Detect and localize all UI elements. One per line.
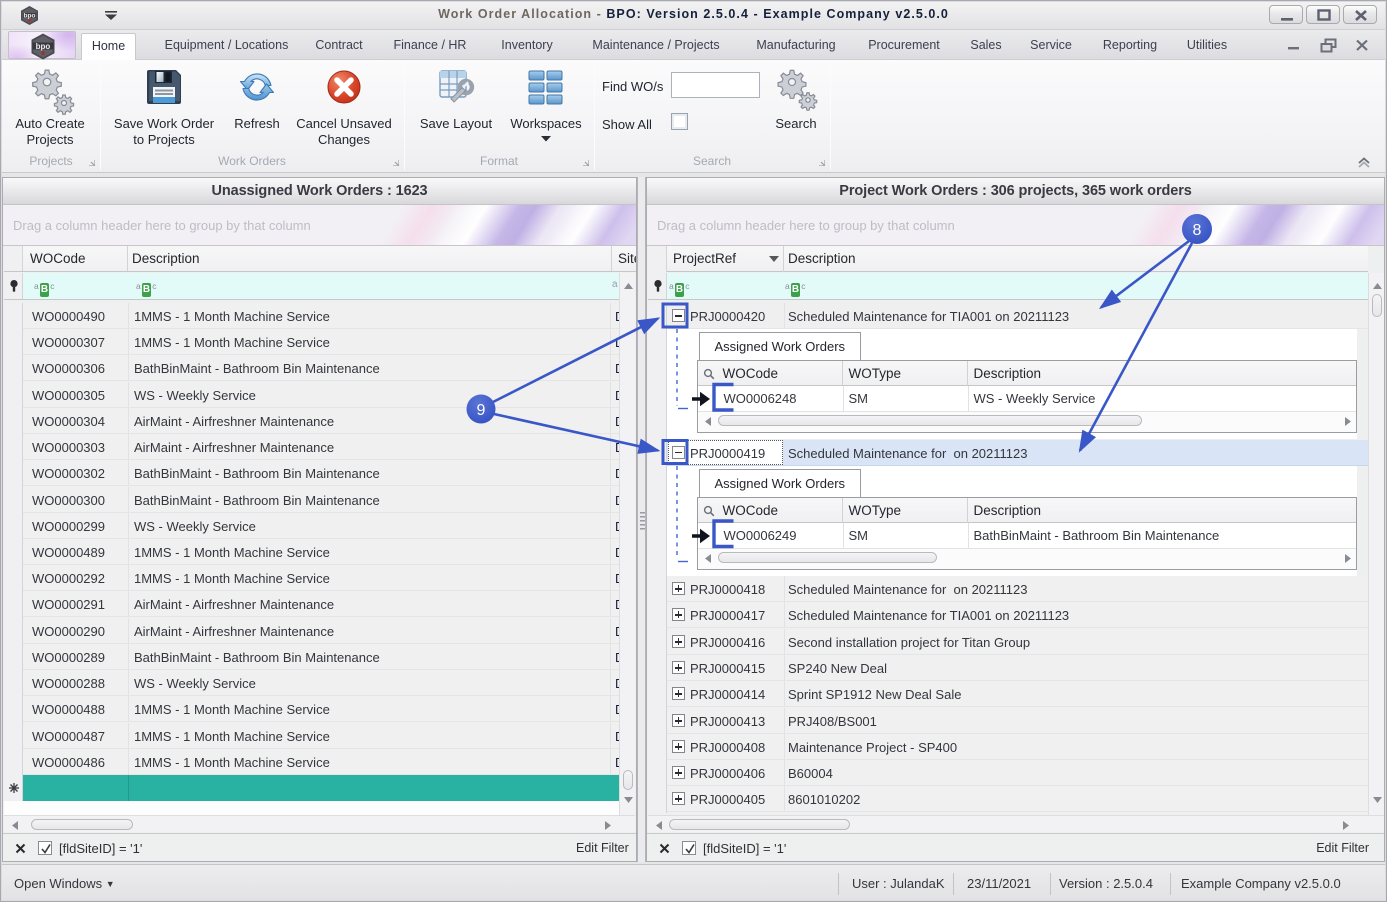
svg-text:bpo: bpo (36, 42, 51, 51)
